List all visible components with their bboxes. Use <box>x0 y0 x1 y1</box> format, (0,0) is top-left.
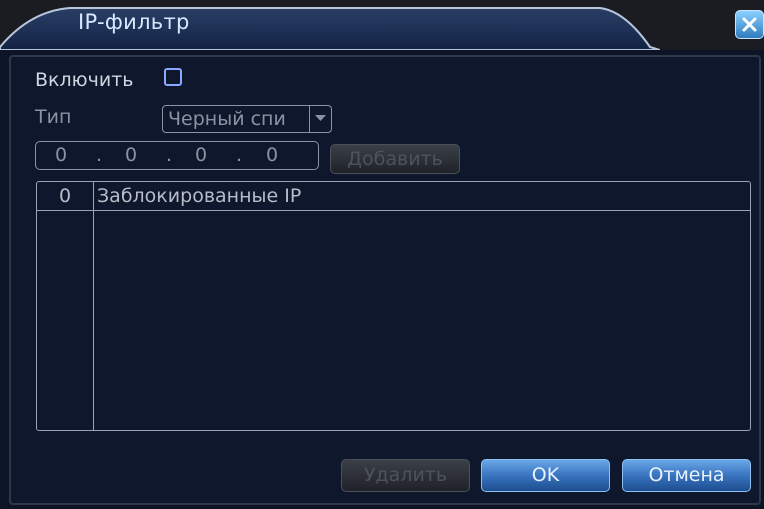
add-button[interactable]: Добавить <box>330 144 460 174</box>
close-button[interactable] <box>735 10 764 39</box>
table-header-blocked-ip: Заблокированные IP <box>97 185 302 207</box>
ok-button[interactable]: OK <box>481 459 610 492</box>
ip-octet-1[interactable]: 0 <box>46 144 76 166</box>
title-bar: IP-фильтр <box>0 0 764 50</box>
type-select[interactable]: Черный спи <box>162 105 332 133</box>
ip-octet-4[interactable]: 0 <box>257 144 287 166</box>
table-header-divider <box>37 210 750 211</box>
enable-label: Включить <box>35 69 134 91</box>
delete-button[interactable]: Удалить <box>341 459 470 492</box>
ip-octet-3[interactable]: 0 <box>186 144 216 166</box>
ip-address-input[interactable]: 0 . 0 . 0 . 0 <box>35 141 319 170</box>
close-icon <box>742 17 757 32</box>
ip-filter-dialog: IP-фильтр Включить Тип Черный спи 0 . 0 … <box>0 0 764 509</box>
table-column-divider <box>93 182 94 430</box>
table-header-count: 0 <box>59 185 72 207</box>
type-label: Тип <box>35 106 72 128</box>
type-select-value: Черный спи <box>168 108 286 130</box>
dropdown-arrow[interactable] <box>309 106 331 132</box>
chevron-down-icon <box>315 115 326 121</box>
ip-octet-2[interactable]: 0 <box>116 144 146 166</box>
enable-checkbox[interactable] <box>164 68 182 86</box>
blocked-ip-table: 0 Заблокированные IP <box>36 181 751 431</box>
cancel-button[interactable]: Отмена <box>622 459 751 492</box>
ip-dot-2: . <box>166 144 173 166</box>
ip-dot-1: . <box>96 144 103 166</box>
dialog-title: IP-фильтр <box>78 10 190 34</box>
ip-dot-3: . <box>236 144 243 166</box>
